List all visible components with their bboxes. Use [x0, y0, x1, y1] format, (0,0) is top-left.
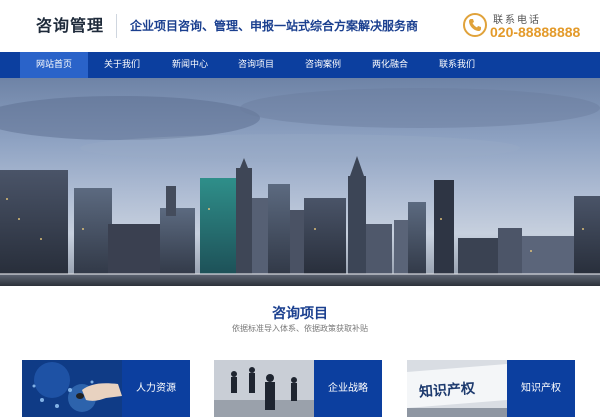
- card-image-hand-tech: [22, 360, 122, 417]
- card-label: 人力资源: [122, 360, 190, 417]
- card-label: 企业战略: [314, 360, 382, 417]
- card-image-business-people: [214, 360, 314, 417]
- phone-number[interactable]: 020-88888888: [490, 24, 580, 40]
- card-strategy[interactable]: 企业战略: [214, 360, 382, 417]
- nav-item-integration[interactable]: 两化融合: [356, 52, 424, 78]
- site-header: 咨询管理 企业项目咨询、管理、申报一站式综合方案解决服务商 联系电话 020-8…: [0, 0, 600, 52]
- header-divider: [116, 14, 117, 38]
- nav-item-projects[interactable]: 咨询项目: [222, 52, 290, 78]
- city-skyline-image: [0, 88, 600, 286]
- main-nav: 网站首页 关于我们 新闻中心 咨询项目 咨询案例 两化融合 联系我们: [0, 52, 600, 78]
- card-human-resources[interactable]: 人力资源: [22, 360, 190, 417]
- nav-item-about[interactable]: 关于我们: [88, 52, 156, 78]
- nav-item-home[interactable]: 网站首页: [20, 52, 88, 78]
- nav-item-news[interactable]: 新闻中心: [156, 52, 224, 78]
- section-title: 咨询项目: [272, 306, 328, 322]
- nav-item-contact[interactable]: 联系我们: [423, 52, 491, 78]
- card-intellectual-property[interactable]: 知识产权 知识产权: [407, 360, 575, 417]
- phone-icon: [463, 13, 487, 37]
- site-logo[interactable]: 咨询管理: [36, 12, 104, 36]
- hero-banner: [0, 78, 600, 286]
- section-subtitle: 依据标准导入体系、依据政策获取补贴: [232, 324, 368, 333]
- nav-item-cases[interactable]: 咨询案例: [289, 52, 357, 78]
- card-image-ip-text: 知识产权: [407, 360, 507, 417]
- site-slogan: 企业项目咨询、管理、申报一站式综合方案解决服务商: [130, 19, 419, 33]
- card-label: 知识产权: [507, 360, 575, 417]
